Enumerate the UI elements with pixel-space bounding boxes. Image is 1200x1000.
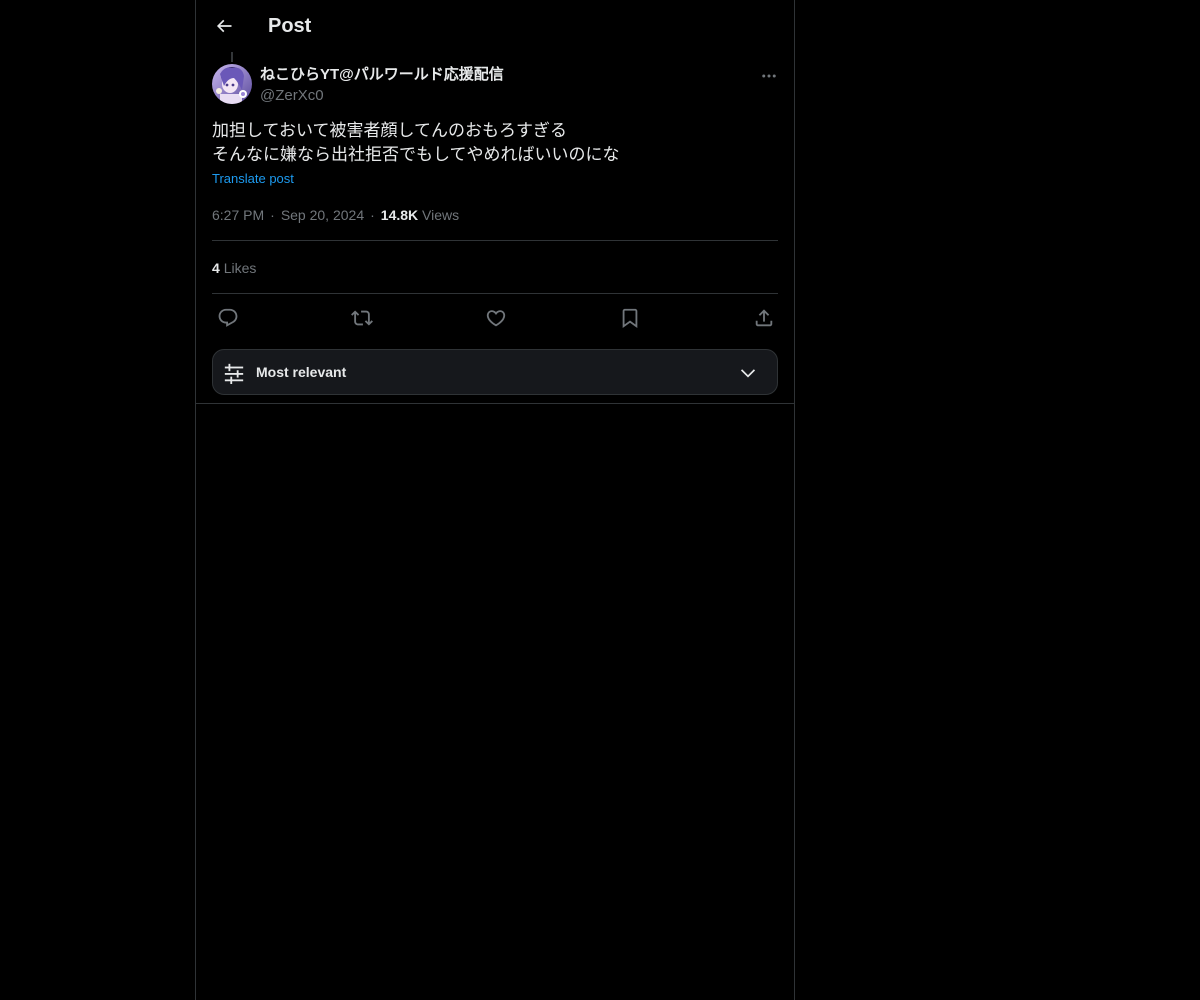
translate-post-link[interactable]: Translate post bbox=[212, 170, 294, 188]
sliders-icon bbox=[224, 363, 244, 384]
sort-label: Most relevant bbox=[256, 364, 347, 380]
avatar[interactable] bbox=[212, 64, 252, 104]
heart-icon bbox=[486, 310, 506, 327]
back-button[interactable] bbox=[206, 8, 242, 44]
thread-connector-line bbox=[231, 52, 233, 62]
repost-icon bbox=[351, 310, 373, 326]
meta-separator: · bbox=[370, 207, 375, 223]
like-button[interactable] bbox=[482, 304, 510, 332]
chevron-down-icon bbox=[740, 369, 756, 378]
primary-column: Post ねこひらYT@パルワールド応援配信 @ZerXc0 加担しておいて被害… bbox=[195, 0, 795, 1000]
ellipsis-icon bbox=[762, 74, 776, 78]
page-title: Post bbox=[268, 15, 312, 37]
post-text-line: そんなに嫌なら出社拒否でもしてやめればいいのにな bbox=[212, 145, 620, 164]
reply-button[interactable] bbox=[214, 304, 242, 332]
views-label: Views bbox=[422, 207, 460, 223]
share-button[interactable] bbox=[750, 304, 778, 332]
post-text: 加担しておいて被害者顔してんのおもろすぎる そんなに嫌なら出社拒否でもしてやめれ… bbox=[212, 119, 778, 167]
post-header: Post bbox=[196, 0, 794, 53]
views-count: 14.8K bbox=[380, 207, 419, 223]
likes-link[interactable]: 4 Likes bbox=[212, 258, 256, 278]
sort-replies-dropdown[interactable]: Most relevant bbox=[212, 349, 778, 395]
anime-avatar-icon bbox=[212, 64, 252, 104]
likes-count: 4 bbox=[212, 260, 220, 276]
section-divider bbox=[196, 403, 794, 404]
meta-separator: · bbox=[270, 207, 275, 223]
post-date[interactable]: Sep 20, 2024 bbox=[281, 207, 364, 223]
post-time[interactable]: 6:27 PM bbox=[212, 207, 264, 223]
divider bbox=[212, 293, 778, 294]
more-options-button[interactable] bbox=[754, 64, 784, 88]
divider bbox=[212, 240, 778, 241]
likes-label: Likes bbox=[223, 260, 257, 276]
share-icon bbox=[755, 309, 773, 327]
author-display-name[interactable]: ねこひらYT@パルワールド応援配信 bbox=[260, 65, 504, 85]
repost-button[interactable] bbox=[348, 304, 376, 332]
author-handle[interactable]: @ZerXc0 bbox=[260, 86, 324, 106]
post-meta: 6:27 PM · Sep 20, 2024 · 14.8K Views bbox=[212, 205, 459, 225]
arrow-left-icon bbox=[216, 19, 232, 33]
post-text-line: 加担しておいて被害者顔してんのおもろすぎる bbox=[212, 121, 567, 140]
bookmark-button[interactable] bbox=[616, 304, 644, 332]
bookmark-icon bbox=[622, 308, 638, 329]
reply-icon bbox=[218, 308, 238, 327]
